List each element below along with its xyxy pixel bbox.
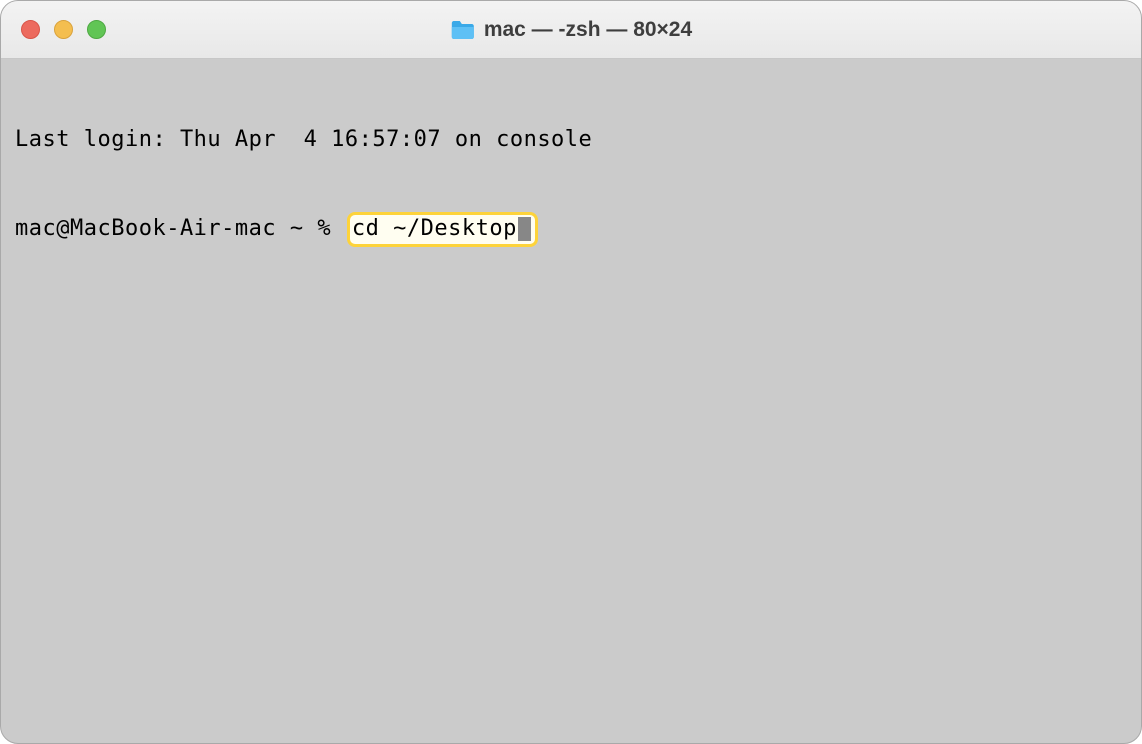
minimize-button[interactable] xyxy=(54,20,73,39)
cursor-icon xyxy=(518,217,531,241)
terminal-body[interactable]: Last login: Thu Apr 4 16:57:07 on consol… xyxy=(1,59,1141,743)
title-center: mac — -zsh — 80×24 xyxy=(450,18,692,42)
close-button[interactable] xyxy=(21,20,40,39)
titlebar: mac — -zsh — 80×24 xyxy=(1,1,1141,59)
shell-prompt: mac@MacBook-Air-mac ~ % xyxy=(15,215,345,244)
folder-icon xyxy=(450,19,476,41)
prompt-line: mac@MacBook-Air-mac ~ % cd ~/Desktop xyxy=(15,212,1127,247)
typed-command[interactable]: cd ~/Desktop xyxy=(352,215,517,244)
terminal-window: mac — -zsh — 80×24 Last login: Thu Apr 4… xyxy=(0,0,1142,744)
traffic-lights xyxy=(21,20,106,39)
window-title: mac — -zsh — 80×24 xyxy=(484,18,692,42)
command-highlight: cd ~/Desktop xyxy=(347,212,538,247)
login-message: Last login: Thu Apr 4 16:57:07 on consol… xyxy=(15,126,1127,155)
maximize-button[interactable] xyxy=(87,20,106,39)
